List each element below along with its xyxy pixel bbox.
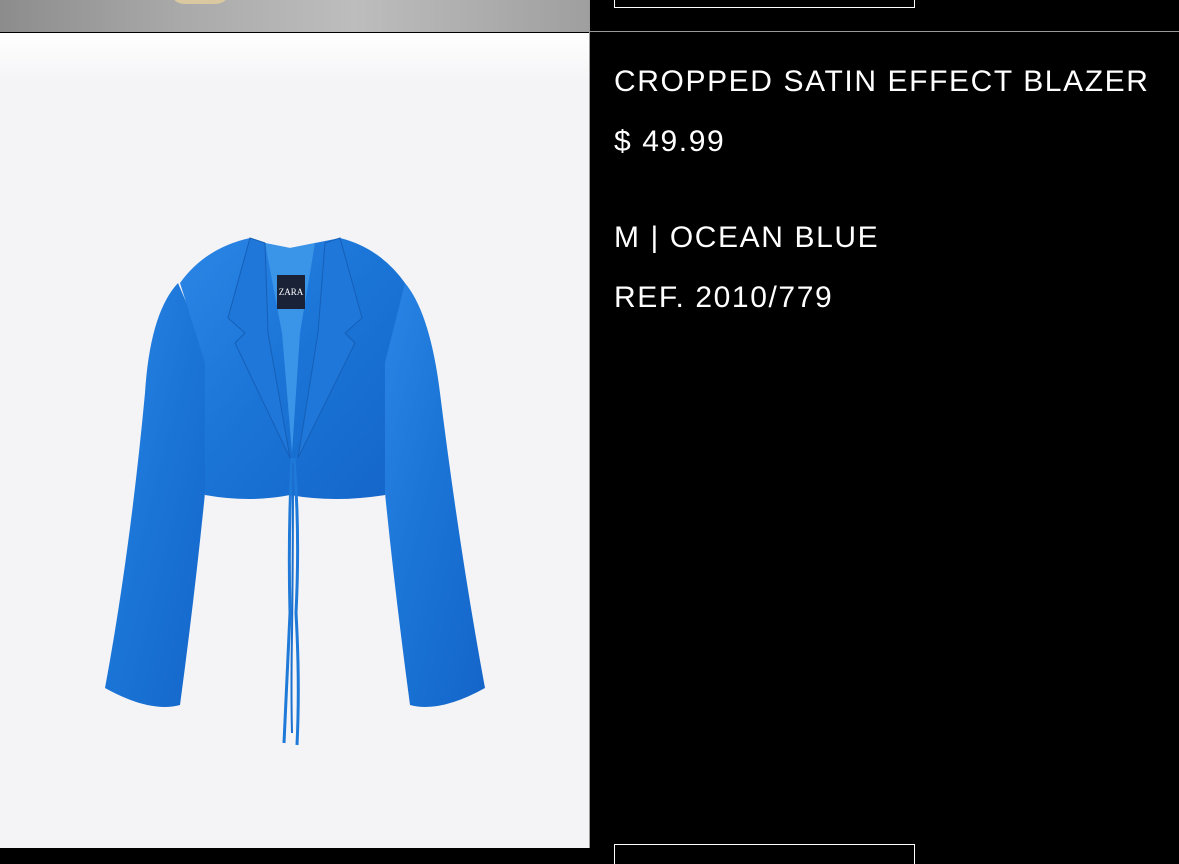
left-sleeve [105, 283, 212, 707]
product-variant: M | OCEAN BLUE [614, 221, 880, 254]
right-sleeve [378, 283, 485, 707]
product-price: $ 49.99 [614, 125, 726, 158]
product-reference: REF. 2010/779 [614, 281, 834, 314]
tie-string-right [292, 457, 300, 746]
brand-label-text: ZARA [279, 287, 304, 297]
product-title: CROPPED SATIN EFFECT BLAZER [614, 65, 1150, 98]
tie-string-middle [290, 462, 294, 734]
product-info-panel: CROPPED SATIN EFFECT BLAZER $ 49.99 M | … [590, 33, 1179, 864]
previous-product-image[interactable] [0, 0, 589, 32]
shoe-image-fragment [170, 0, 230, 4]
action-button[interactable] [614, 844, 915, 864]
previous-action-button[interactable] [614, 0, 915, 8]
previous-product-panel [590, 0, 1179, 32]
product-image[interactable]: ZARA [0, 33, 589, 848]
blazer-illustration: ZARA [105, 237, 485, 746]
